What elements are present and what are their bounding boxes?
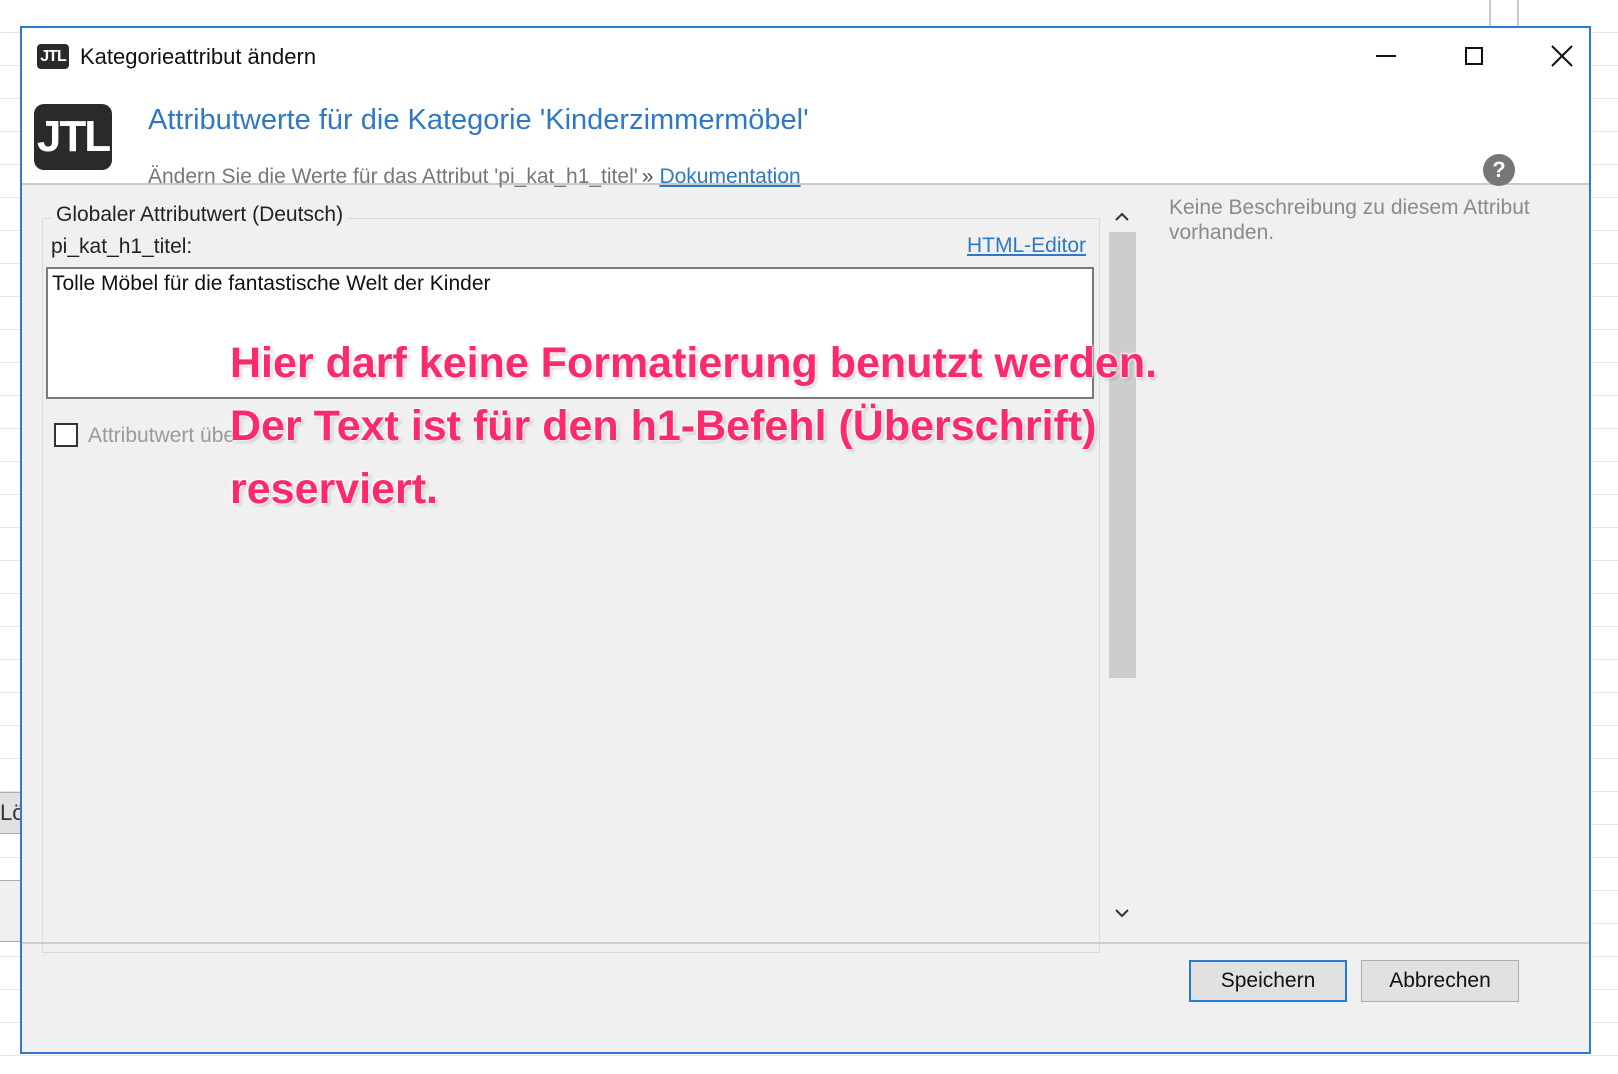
app-logo-icon: JTL (37, 44, 69, 69)
jtl-logo: JTL (34, 104, 112, 170)
minimize-icon (1376, 55, 1396, 57)
dialog-window: JTL Kategorieattribut ändern JTL Attribu… (20, 26, 1591, 1054)
header-title: Attributwerte für die Kategorie 'Kinderz… (148, 104, 809, 136)
maximize-icon (1465, 47, 1483, 65)
annotation-line-1: Hier darf keine Formatierung benutzt wer… (230, 339, 1158, 387)
documentation-link[interactable]: Dokumentation (659, 165, 800, 188)
header-subtitle-text: Ändern Sie die Werte für das Attribut 'p… (148, 165, 638, 188)
save-button[interactable]: Speichern (1189, 960, 1347, 1002)
separator-icon: » (641, 165, 654, 188)
html-editor-link[interactable]: HTML-Editor (967, 234, 1086, 258)
help-icon[interactable]: ? (1483, 154, 1515, 186)
checkbox-label: Attributwert übe (88, 424, 236, 447)
scroll-up-icon[interactable] (1107, 202, 1137, 230)
attribute-description: Keine Beschreibung zu diesem Attribut vo… (1169, 196, 1530, 244)
annotation-overlay: Hier darf keine Formatierung benutzt wer… (230, 332, 1280, 521)
field-label: pi_kat_h1_titel: (51, 235, 193, 258)
cancel-button[interactable]: Abbrechen (1361, 960, 1519, 1002)
close-button[interactable] (1518, 28, 1606, 84)
footer-divider (22, 942, 1589, 944)
vertical-scrollbar[interactable] (1107, 200, 1137, 930)
header-subtitle: Ändern Sie die Werte für das Attribut 'p… (148, 165, 801, 189)
close-icon (1551, 45, 1573, 67)
minimize-button[interactable] (1342, 28, 1430, 84)
window-title: Kategorieattribut ändern (80, 44, 317, 69)
maximize-button[interactable] (1430, 28, 1518, 84)
group-title: Globaler Attributwert (Deutsch) (52, 203, 348, 227)
annotation-line-2: Der Text ist für den h1-Befehl (Überschr… (230, 402, 1097, 450)
attribute-checkbox[interactable] (54, 423, 78, 447)
annotation-line-3: reserviert. (230, 465, 438, 513)
scroll-down-icon[interactable] (1107, 898, 1137, 926)
dialog-header: JTL Attributwerte für die Kategorie 'Kin… (22, 84, 1589, 188)
title-bar[interactable]: JTL Kategorieattribut ändern (22, 28, 1589, 84)
